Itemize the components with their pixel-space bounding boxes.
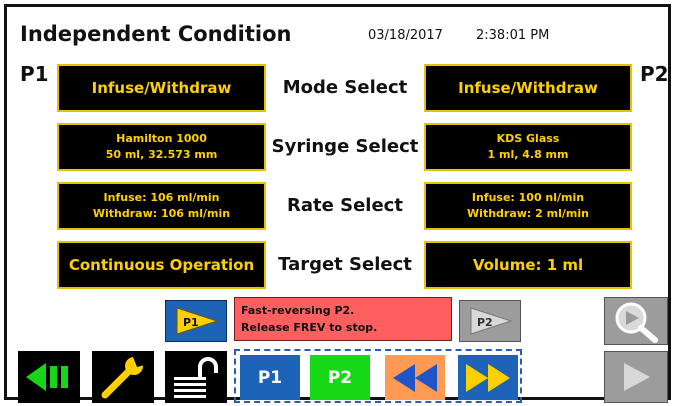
- play-p2-icon: P2: [470, 307, 513, 335]
- run-p1-button[interactable]: P1: [240, 355, 300, 400]
- p1-withdraw-rate: Withdraw: 106 ml/min: [92, 207, 231, 220]
- mode-select-label: Mode Select: [282, 77, 408, 98]
- search-icon: [615, 302, 658, 343]
- p2-withdraw-rate: Withdraw: 2 ml/min: [467, 207, 589, 220]
- p2-mode-select[interactable]: Infuse/Withdraw: [424, 64, 632, 112]
- fast-forward-button[interactable]: [458, 355, 518, 400]
- p1-target-value: Continuous Operation: [68, 256, 255, 274]
- p1-infuse-rate: Infuse: 106 ml/min: [103, 191, 220, 204]
- select-p2-text: P2: [477, 316, 493, 329]
- wrench-icon: [101, 357, 145, 399]
- status-line-1: Fast-reversing P2.: [241, 304, 355, 317]
- select-p1-text: P1: [183, 316, 199, 329]
- syringe-select-label: Syringe Select: [271, 136, 419, 157]
- p1-mode-select[interactable]: Infuse/Withdraw: [57, 64, 266, 112]
- back-icon: [26, 363, 68, 391]
- select-p1-button[interactable]: P1: [165, 300, 227, 342]
- p2-syringe-size: 1 ml, 4.8 mm: [487, 148, 569, 161]
- fast-forward-icon: [466, 363, 510, 392]
- status-message: Fast-reversing P2. Release FREV to stop.: [234, 297, 452, 341]
- time-display: 2:38:01 PM: [476, 28, 550, 43]
- run-icon: [624, 363, 650, 391]
- p2-label: P2: [640, 62, 669, 86]
- p2-target-select[interactable]: Volume: 1 ml: [424, 241, 632, 289]
- rewind-icon: [393, 363, 437, 392]
- settings-button[interactable]: [92, 351, 154, 403]
- run-p2-label: P2: [327, 367, 353, 388]
- select-p2-button[interactable]: P2: [459, 300, 521, 342]
- run-button[interactable]: [604, 351, 668, 403]
- back-button[interactable]: [18, 351, 80, 403]
- rewind-button[interactable]: [385, 355, 445, 400]
- unlock-button[interactable]: [165, 351, 227, 403]
- p1-rate-select[interactable]: Infuse: 106 ml/min Withdraw: 106 ml/min: [57, 182, 266, 230]
- run-p1-label: P1: [257, 367, 283, 388]
- p2-infuse-rate: Infuse: 100 nl/min: [471, 191, 585, 204]
- p1-target-select[interactable]: Continuous Operation: [57, 241, 266, 289]
- p1-syringe-name: Hamilton 1000: [116, 132, 207, 145]
- rate-select-label: Rate Select: [287, 195, 403, 216]
- p1-mode-value: Infuse/Withdraw: [91, 79, 232, 97]
- p2-target-value: Volume: 1 ml: [472, 256, 584, 274]
- p2-syringe-select[interactable]: KDS Glass 1 ml, 4.8 mm: [424, 123, 632, 171]
- target-select-label: Target Select: [278, 254, 412, 275]
- p1-label: P1: [20, 62, 49, 86]
- search-button[interactable]: [604, 297, 668, 345]
- page-title: Independent Condition: [20, 22, 292, 46]
- play-p1-icon: P1: [176, 307, 219, 335]
- p2-mode-value: Infuse/Withdraw: [458, 79, 598, 97]
- unlock-icon: [174, 357, 218, 398]
- p2-rate-select[interactable]: Infuse: 100 nl/min Withdraw: 2 ml/min: [424, 182, 632, 230]
- p1-syringe-size: 50 ml, 32.573 mm: [105, 148, 218, 161]
- p1-syringe-select[interactable]: Hamilton 1000 50 ml, 32.573 mm: [57, 123, 266, 171]
- date-display: 03/18/2017: [368, 28, 443, 43]
- p2-syringe-name: KDS Glass: [496, 132, 560, 145]
- status-line-2: Release FREV to stop.: [241, 321, 378, 334]
- run-p2-button[interactable]: P2: [310, 355, 370, 400]
